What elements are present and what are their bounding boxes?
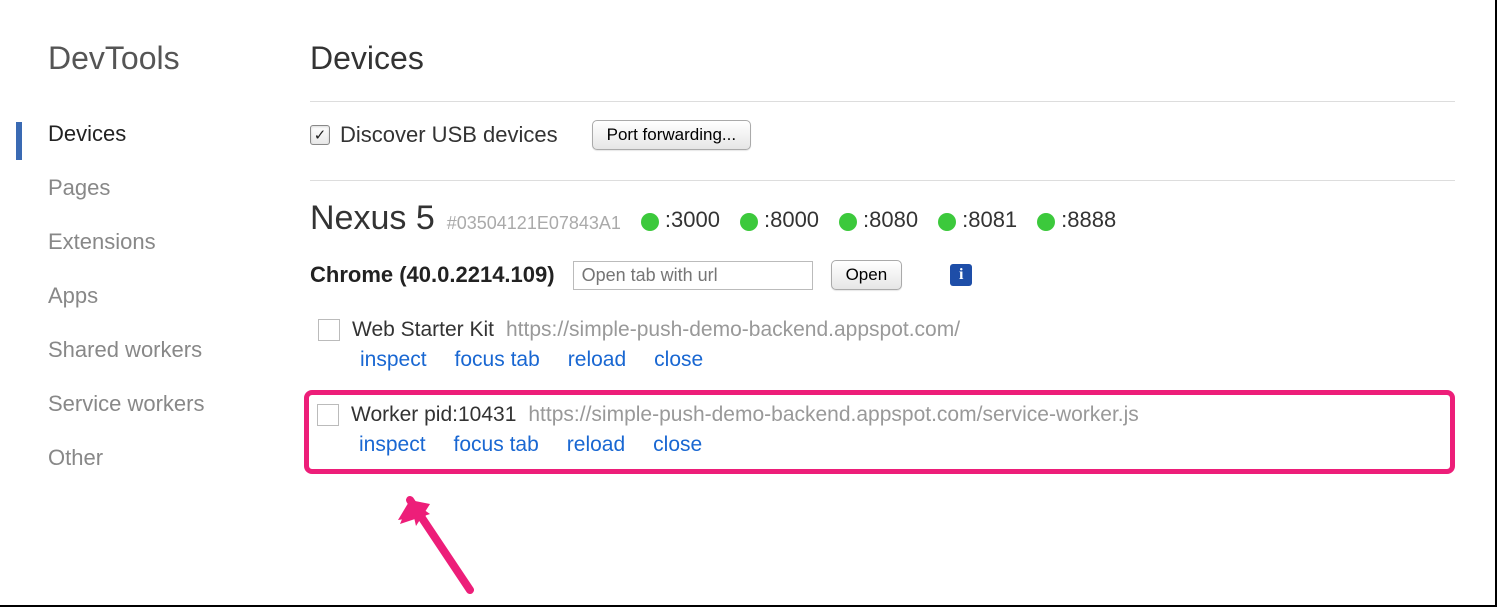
sidebar-item-extensions[interactable]: Extensions	[48, 215, 290, 269]
close-link[interactable]: close	[654, 348, 703, 372]
target-favicon	[318, 319, 340, 341]
reload-link[interactable]: reload	[568, 348, 626, 372]
brand-title: DevTools	[48, 40, 290, 77]
target-url: https://simple-push-demo-backend.appspot…	[506, 318, 960, 342]
discover-usb-label: Discover USB devices	[340, 122, 558, 148]
sidebar-item-shared-workers[interactable]: Shared workers	[48, 323, 290, 377]
status-dot-icon	[839, 213, 857, 231]
port-status: :8000	[740, 207, 819, 233]
device-name: Nexus 5	[310, 199, 435, 238]
target-favicon	[317, 404, 339, 426]
discover-usb-checkbox[interactable]: ✓	[310, 125, 330, 145]
port-forwarding-button[interactable]: Port forwarding...	[592, 120, 751, 150]
focus-tab-link[interactable]: focus tab	[455, 348, 540, 372]
page-title: Devices	[310, 40, 1455, 77]
toolbar: ✓ Discover USB devices Port forwarding..…	[310, 120, 1455, 150]
sidebar-item-apps[interactable]: Apps	[48, 269, 290, 323]
browser-row: Chrome (40.0.2214.109) Open i	[310, 260, 1455, 290]
target-title: Worker pid:10431	[351, 403, 516, 427]
active-nav-indicator	[16, 122, 22, 160]
reload-link[interactable]: reload	[567, 433, 625, 457]
inspect-target-highlighted: Worker pid:10431 https://simple-push-dem…	[304, 390, 1455, 474]
sidebar-item-pages[interactable]: Pages	[48, 161, 290, 215]
port-status: :8888	[1037, 207, 1116, 233]
browser-label: Chrome (40.0.2214.109)	[310, 262, 555, 288]
inspect-target: Web Starter Kit https://simple-push-demo…	[310, 310, 1455, 384]
status-dot-icon	[938, 213, 956, 231]
sidebar-item-devices[interactable]: Devices	[48, 107, 290, 161]
sidebar-item-service-workers[interactable]: Service workers	[48, 377, 290, 431]
target-url: https://simple-push-demo-backend.appspot…	[528, 403, 1138, 427]
close-link[interactable]: close	[653, 433, 702, 457]
annotation-arrow-icon	[380, 480, 500, 600]
open-tab-url-input[interactable]	[573, 261, 813, 290]
status-dot-icon	[1037, 213, 1055, 231]
inspect-link[interactable]: inspect	[360, 348, 427, 372]
device-header: Nexus 5 #03504121E07843A1 :3000 :8000 :8…	[310, 199, 1455, 238]
main-content: Devices ✓ Discover USB devices Port forw…	[290, 40, 1495, 485]
focus-tab-link[interactable]: focus tab	[454, 433, 539, 457]
port-status: :8080	[839, 207, 918, 233]
info-icon[interactable]: i	[950, 264, 972, 286]
inspect-link[interactable]: inspect	[359, 433, 426, 457]
open-button[interactable]: Open	[831, 260, 903, 290]
port-status: :3000	[641, 207, 720, 233]
sidebar: DevTools Devices Pages Extensions Apps S…	[0, 40, 290, 485]
divider	[310, 101, 1455, 102]
device-id: #03504121E07843A1	[447, 213, 621, 234]
divider	[310, 180, 1455, 181]
status-dot-icon	[740, 213, 758, 231]
target-title: Web Starter Kit	[352, 318, 494, 342]
port-status: :8081	[938, 207, 1017, 233]
status-dot-icon	[641, 213, 659, 231]
sidebar-item-other[interactable]: Other	[48, 431, 290, 485]
